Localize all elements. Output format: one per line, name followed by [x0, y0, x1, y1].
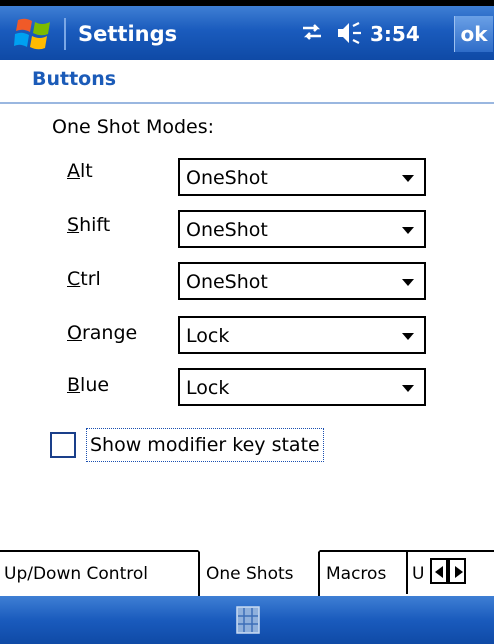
alt-dropdown-value: OneShot: [186, 167, 268, 189]
windows-start-icon[interactable]: [14, 16, 54, 52]
bottom-menu-bar: [0, 596, 494, 644]
tab-scroll-left[interactable]: [430, 558, 448, 584]
orange-dropdown[interactable]: Lock: [178, 316, 426, 354]
orange-label: Orange: [67, 322, 138, 344]
ctrl-dropdown[interactable]: OneShot: [178, 262, 426, 300]
tab-up-down-control[interactable]: Up/Down Control: [0, 552, 200, 594]
chevron-down-icon: [402, 385, 414, 392]
shift-dropdown[interactable]: OneShot: [178, 210, 426, 248]
tab-scroll-right[interactable]: [448, 558, 466, 584]
section-label: One Shot Modes:: [52, 116, 215, 138]
page-title: Buttons: [32, 68, 117, 90]
arrow-right-icon: [455, 566, 463, 578]
tab-u[interactable]: U: [408, 552, 430, 594]
ctrl-label: Ctrl: [67, 268, 101, 290]
title-separator: [64, 18, 66, 50]
arrow-left-icon: [435, 566, 443, 578]
blue-label: Blue: [67, 374, 110, 396]
tab-one-shots[interactable]: One Shots: [198, 550, 320, 596]
blue-dropdown-value: Lock: [186, 377, 230, 399]
alt-dropdown[interactable]: OneShot: [178, 158, 426, 196]
connectivity-icon[interactable]: [300, 20, 324, 44]
shift-label: Shift: [67, 214, 111, 236]
title-bar: Settings 3:54 ok: [0, 0, 494, 60]
keyboard-icon[interactable]: [236, 606, 260, 634]
ok-button[interactable]: ok: [454, 16, 493, 52]
page-header: Buttons: [0, 60, 494, 104]
ctrl-dropdown-value: OneShot: [186, 271, 268, 293]
chevron-down-icon: [402, 279, 414, 286]
tab-strip: Up/Down Control One Shots Macros U: [0, 550, 494, 596]
shift-dropdown-value: OneShot: [186, 219, 268, 241]
alt-label: Alt: [67, 160, 93, 182]
show-modifier-state-checkbox[interactable]: [50, 432, 76, 458]
chevron-down-icon: [402, 227, 414, 234]
orange-dropdown-value: Lock: [186, 325, 230, 347]
clock[interactable]: 3:54: [370, 18, 420, 50]
window-title: Settings: [78, 22, 178, 46]
show-modifier-state-label[interactable]: Show modifier key state: [86, 428, 324, 462]
chevron-down-icon: [402, 333, 414, 340]
chevron-down-icon: [402, 175, 414, 182]
tab-macros[interactable]: Macros: [320, 552, 408, 594]
volume-icon[interactable]: [336, 20, 364, 46]
blue-dropdown[interactable]: Lock: [178, 368, 426, 406]
